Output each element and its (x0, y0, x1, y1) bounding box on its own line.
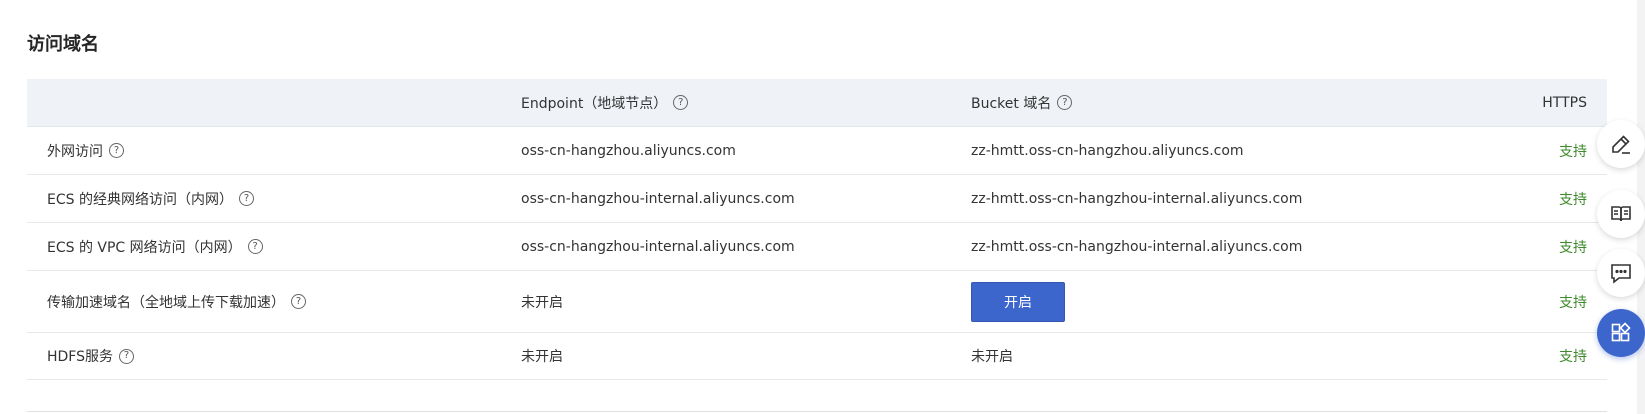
docs-button[interactable] (1597, 190, 1645, 238)
endpoint-value: 未开启 (521, 349, 563, 365)
domain-table: Endpoint（地域节点） ? Bucket 域名 ? HTTPS 外网访问 … (27, 79, 1607, 380)
table-row: ECS 的经典网络访问（内网） ? oss-cn-hangzhou-intern… (27, 175, 1607, 223)
divider (27, 411, 1607, 412)
help-icon[interactable]: ? (238, 191, 254, 206)
row-label: 外网访问 (47, 143, 103, 160)
apps-button[interactable] (1597, 309, 1645, 357)
bucket-domain-cell: 开启 (971, 271, 1065, 332)
row-label-cell: ECS 的经典网络访问（内网） ? (47, 175, 254, 222)
header-endpoint: Endpoint（地域节点） ? (521, 79, 689, 126)
https-support-status: 支持 (1559, 191, 1587, 208)
row-label: ECS 的经典网络访问（内网） (47, 191, 233, 208)
bucket-domain-value: zz-hmtt.oss-cn-hangzhou-internal.aliyunc… (971, 190, 1303, 207)
bucket-domain-value: 未开启 (971, 349, 1013, 365)
edit-icon (1612, 135, 1630, 154)
https-support-status: 支持 (1559, 349, 1587, 365)
table-row: ECS 的 VPC 网络访问（内网） ? oss-cn-hangzhou-int… (27, 223, 1607, 271)
header-https: HTTPS (1542, 79, 1587, 126)
endpoint-value: oss-cn-hangzhou.aliyuncs.com (521, 142, 736, 159)
row-label: 传输加速域名（全地域上传下载加速） (47, 294, 285, 311)
https-support-status: 支持 (1559, 143, 1587, 160)
row-label-cell: ECS 的 VPC 网络访问（内网） ? (47, 223, 263, 270)
help-icon[interactable]: ? (119, 348, 135, 364)
table-row: 传输加速域名（全地域上传下载加速） ? 未开启 开启 支持 (27, 271, 1607, 333)
row-label: HDFS服务 (47, 349, 114, 365)
apps-icon (1611, 322, 1631, 342)
help-icon[interactable]: ? (673, 95, 689, 110)
help-icon[interactable]: ? (109, 143, 124, 158)
row-label-cell: 传输加速域名（全地域上传下载加速） ? (47, 271, 306, 332)
header-endpoint-label: Endpoint（地域节点） (521, 95, 668, 112)
header-bucket-label: Bucket 域名 (971, 95, 1052, 112)
help-icon[interactable]: ? (1057, 95, 1073, 110)
book-icon (1611, 206, 1631, 222)
bucket-domain-value: zz-hmtt.oss-cn-hangzhou.aliyuncs.com (971, 142, 1244, 159)
row-label: ECS 的 VPC 网络访问（内网） (47, 239, 242, 256)
row-label-cell: 外网访问 ? (47, 127, 124, 174)
enable-acceleration-button[interactable]: 开启 (971, 281, 1065, 322)
help-icon[interactable]: ? (247, 239, 263, 254)
page: 访问域名 Endpoint（地域节点） ? Bucket 域名 ? HTTPS … (0, 0, 1645, 414)
help-icon[interactable]: ? (291, 294, 306, 309)
https-support-status: 支持 (1559, 294, 1587, 311)
section-title: 访问域名 (27, 34, 99, 55)
table-row: 外网访问 ? oss-cn-hangzhou.aliyuncs.com zz-h… (27, 127, 1607, 175)
endpoint-value: 未开启 (521, 294, 563, 311)
endpoint-value: oss-cn-hangzhou-internal.aliyuncs.com (521, 238, 795, 255)
https-support-status: 支持 (1559, 239, 1587, 256)
table-header-row: Endpoint（地域节点） ? Bucket 域名 ? HTTPS (27, 79, 1607, 127)
endpoint-value: oss-cn-hangzhou-internal.aliyuncs.com (521, 190, 795, 207)
bucket-domain-value: zz-hmtt.oss-cn-hangzhou-internal.aliyunc… (971, 238, 1303, 255)
header-https-label: HTTPS (1542, 94, 1587, 111)
feedback-button[interactable] (1597, 249, 1645, 297)
header-bucket: Bucket 域名 ? (971, 79, 1073, 126)
chat-icon (1611, 264, 1631, 284)
table-row: HDFS服务 ? 未开启 未开启 支持 (27, 333, 1607, 380)
edit-button[interactable] (1597, 120, 1645, 168)
row-label-cell: HDFS服务 ? (47, 333, 135, 379)
